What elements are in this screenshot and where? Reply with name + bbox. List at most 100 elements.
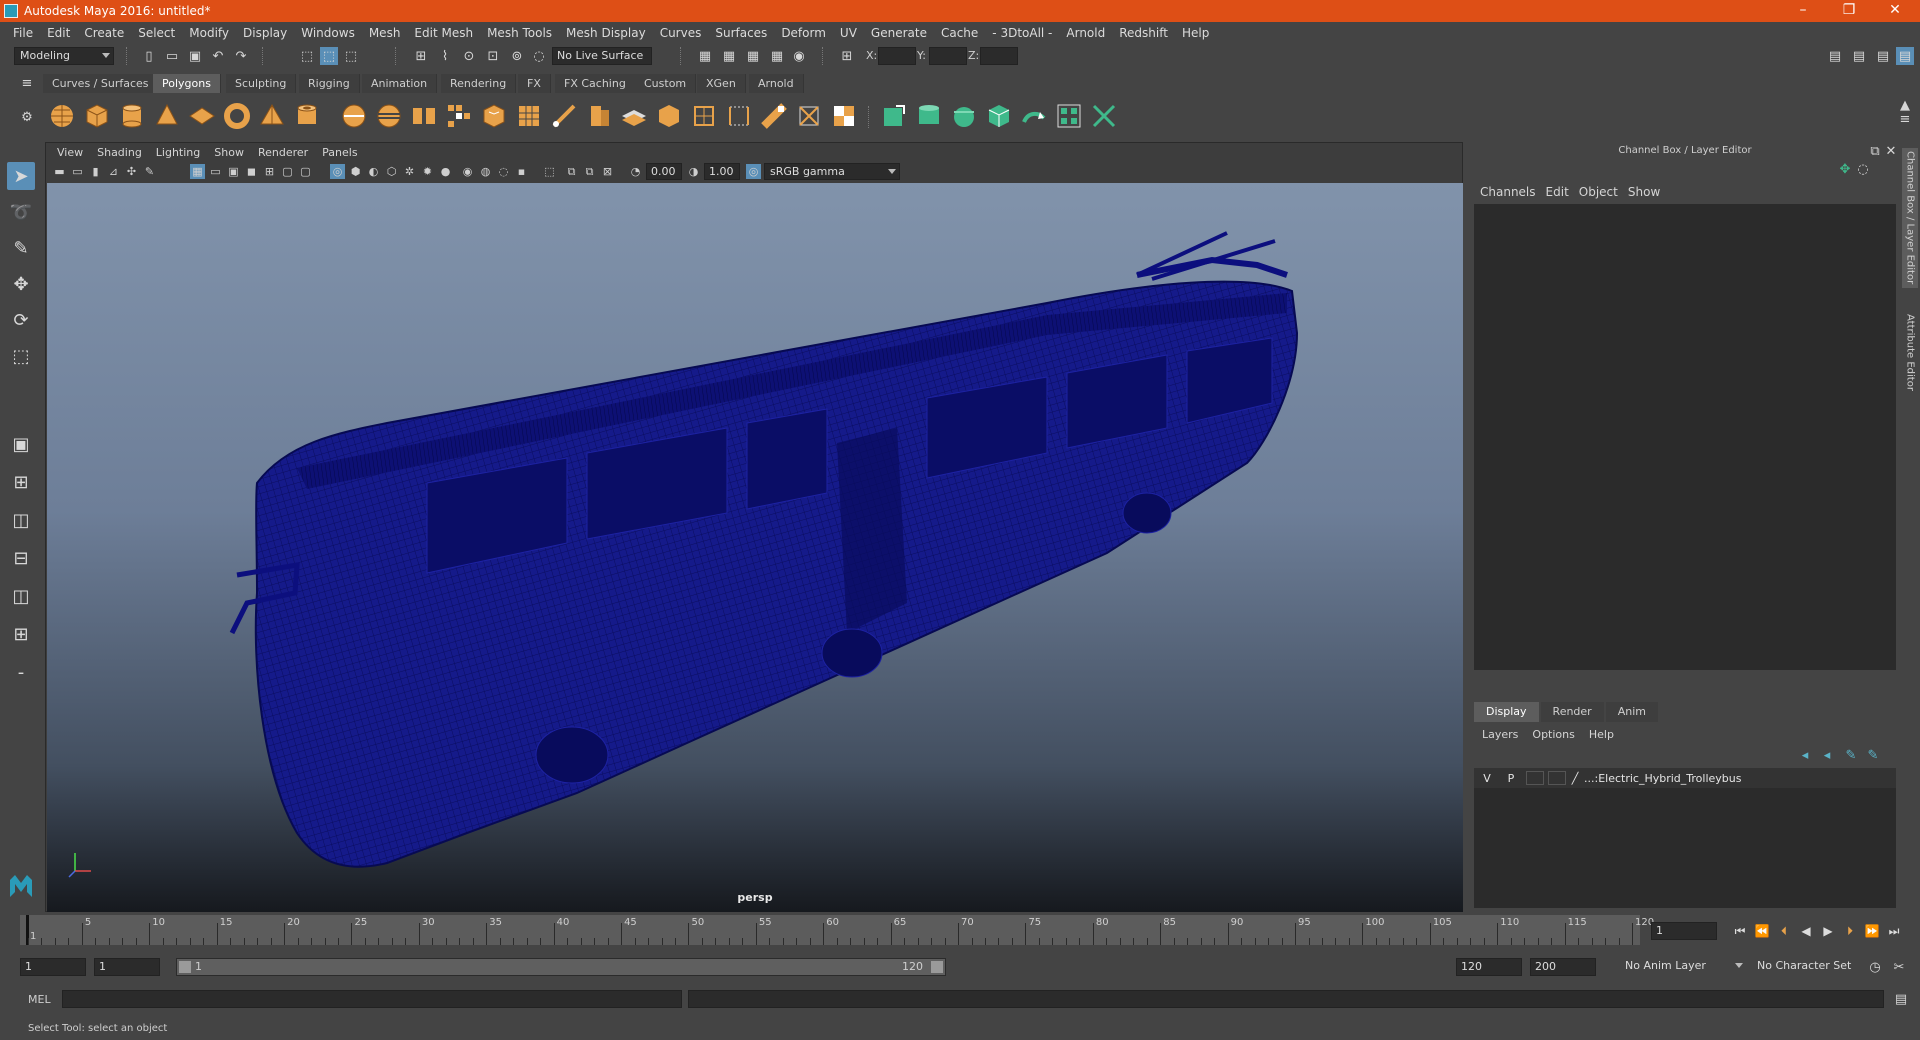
create-empty-layer-icon[interactable]: ✎ bbox=[1842, 746, 1860, 764]
depth-of-field-icon[interactable]: ▪ bbox=[514, 164, 529, 179]
step-forward-key-icon[interactable]: ⏵ bbox=[1841, 922, 1859, 940]
multi-cut-icon[interactable] bbox=[585, 102, 613, 130]
shadows-icon[interactable]: ● bbox=[438, 164, 453, 179]
textured-icon[interactable]: ✲ bbox=[402, 164, 417, 179]
gamma-icon[interactable]: ◑ bbox=[686, 164, 701, 179]
3d-viewport[interactable]: persp bbox=[47, 183, 1463, 912]
channel-box-menu-show[interactable]: Show bbox=[1626, 185, 1668, 199]
tab-xgen[interactable]: XGen bbox=[697, 74, 746, 93]
extract-icon[interactable] bbox=[445, 102, 473, 130]
connect-icon[interactable] bbox=[655, 102, 683, 130]
layer-menu-options[interactable]: Options bbox=[1526, 728, 1582, 741]
open-scene-icon[interactable]: ▭ bbox=[163, 47, 181, 65]
menu-create[interactable]: Create bbox=[77, 26, 131, 40]
field-chart-icon[interactable]: ⊞ bbox=[262, 164, 277, 179]
screen-space-ao-icon[interactable]: ◉ bbox=[460, 164, 475, 179]
uv-spherical-icon[interactable] bbox=[950, 102, 978, 130]
uv-cut-sew-icon[interactable] bbox=[1090, 102, 1118, 130]
tab-render-layers[interactable]: Render bbox=[1540, 702, 1604, 722]
play-backwards-icon[interactable]: ◀ bbox=[1797, 922, 1815, 940]
smooth-icon[interactable] bbox=[410, 102, 438, 130]
insert-edge-loop-icon[interactable] bbox=[725, 102, 753, 130]
use-default-material-icon[interactable]: ◐ bbox=[366, 164, 381, 179]
auto-key-icon[interactable]: ◷ bbox=[1866, 958, 1884, 976]
tab-animation[interactable]: Animation bbox=[362, 74, 438, 93]
snap-live-icon[interactable]: ⊚ bbox=[508, 47, 526, 65]
command-input[interactable] bbox=[62, 990, 682, 1008]
menu-select[interactable]: Select bbox=[131, 26, 182, 40]
anim-layer-dropdown[interactable]: No Anim Layer bbox=[1620, 958, 1746, 976]
resolution-gate-icon[interactable]: ▣ bbox=[226, 164, 241, 179]
attribute-editor-icon[interactable]: ▤ bbox=[1850, 47, 1868, 65]
close-button[interactable]: ✕ bbox=[1872, 0, 1918, 22]
tab-anim-layers[interactable]: Anim bbox=[1605, 702, 1658, 722]
menu-deform[interactable]: Deform bbox=[774, 26, 833, 40]
z-field[interactable] bbox=[980, 47, 1018, 65]
x-field[interactable] bbox=[878, 47, 916, 65]
uv-cylindrical-icon[interactable] bbox=[915, 102, 943, 130]
snap-view-plane-icon[interactable]: ⊡ bbox=[484, 47, 502, 65]
persp-hypershade-layout-icon[interactable]: ◫ bbox=[7, 582, 35, 610]
channel-box-menu-edit[interactable]: Edit bbox=[1544, 185, 1577, 199]
layer-edit-icon[interactable]: ╱ bbox=[1566, 772, 1584, 785]
exposure-icon[interactable]: ◔ bbox=[628, 164, 643, 179]
menu-help[interactable]: Help bbox=[1175, 26, 1216, 40]
2d-pan-zoom-icon[interactable]: ✣ bbox=[124, 164, 139, 179]
close-panel-icon[interactable]: ✕ bbox=[1882, 142, 1900, 160]
outliner-persp-layout-icon[interactable]: ⊞ bbox=[7, 620, 35, 648]
snap-grid-icon[interactable]: ⊞ bbox=[412, 47, 430, 65]
menu-display[interactable]: Display bbox=[236, 26, 294, 40]
safe-title-icon[interactable]: ▢ bbox=[298, 164, 313, 179]
select-by-object-icon[interactable]: ⬚ bbox=[320, 47, 338, 65]
view-transform-dropdown[interactable]: sRGB gamma bbox=[764, 163, 900, 180]
menu-redshift[interactable]: Redshift bbox=[1112, 26, 1175, 40]
paint-select-tool-icon[interactable]: ✎ bbox=[7, 234, 35, 262]
scale-tool-icon[interactable]: ⬚ bbox=[7, 342, 35, 370]
menu-modify[interactable]: Modify bbox=[182, 26, 236, 40]
grid-icon[interactable]: ▦ bbox=[190, 164, 205, 179]
four-view-layout-icon[interactable]: ⊞ bbox=[7, 468, 35, 496]
layer-row[interactable]: V P ╱ ...:Electric_Hybrid_Trolleybus bbox=[1474, 768, 1896, 788]
poly-sphere-icon[interactable] bbox=[48, 102, 76, 130]
custom-layout-icon[interactable]: - bbox=[7, 658, 35, 686]
grease-pencil-icon[interactable]: ✎ bbox=[142, 164, 157, 179]
offset-edge-loop-icon[interactable] bbox=[760, 102, 788, 130]
select-tool-icon[interactable]: ➤ bbox=[7, 162, 35, 190]
undo-icon[interactable]: ↶ bbox=[209, 47, 227, 65]
play-forwards-icon[interactable]: ▶ bbox=[1819, 922, 1837, 940]
menu-edit-mesh[interactable]: Edit Mesh bbox=[407, 26, 480, 40]
menu-uv[interactable]: UV bbox=[833, 26, 864, 40]
scene-start-field[interactable]: 1 bbox=[20, 958, 86, 976]
menu-cache[interactable]: Cache bbox=[934, 26, 985, 40]
isolate-select-icon[interactable]: ⬚ bbox=[542, 164, 557, 179]
lasso-tool-icon[interactable]: ➰ bbox=[7, 198, 35, 226]
render-view-icon[interactable]: ◉ bbox=[790, 47, 808, 65]
tab-custom[interactable]: Custom bbox=[635, 74, 697, 93]
tab-sculpting[interactable]: Sculpting bbox=[226, 74, 297, 93]
menu-file[interactable]: File bbox=[6, 26, 40, 40]
tab-fx[interactable]: FX bbox=[518, 74, 551, 93]
snap-curve-icon[interactable]: ⌇ bbox=[436, 47, 454, 65]
move-layer-up-icon[interactable]: ◂ bbox=[1796, 746, 1814, 764]
side-tab-attribute-editor[interactable]: Attribute Editor bbox=[1902, 302, 1918, 402]
transform-mode-icon[interactable]: ⊞ bbox=[838, 47, 856, 65]
poly-cone-icon[interactable] bbox=[153, 102, 181, 130]
panel-menu-renderer[interactable]: Renderer bbox=[251, 146, 315, 159]
xray-icon[interactable]: ⧉ bbox=[564, 164, 579, 179]
select-camera-icon[interactable]: ▬ bbox=[52, 164, 67, 179]
save-scene-icon[interactable]: ▣ bbox=[186, 47, 204, 65]
range-start-handle[interactable] bbox=[179, 961, 191, 973]
wireframe-icon[interactable]: ◎ bbox=[330, 164, 345, 179]
hypershade-icon[interactable]: ▦ bbox=[768, 47, 786, 65]
menu-mesh[interactable]: Mesh bbox=[362, 26, 408, 40]
create-layer-from-selection-icon[interactable]: ✎ bbox=[1864, 746, 1882, 764]
film-gate-icon[interactable]: ▭ bbox=[208, 164, 223, 179]
single-perspective-layout-icon[interactable]: ▣ bbox=[7, 430, 35, 458]
uv-layout-icon[interactable] bbox=[1055, 102, 1083, 130]
uv-planar-icon[interactable] bbox=[880, 102, 908, 130]
poly-cylinder-icon[interactable] bbox=[118, 102, 146, 130]
panel-menu-shading[interactable]: Shading bbox=[90, 146, 149, 159]
ipr-render-icon[interactable]: ▦ bbox=[720, 47, 738, 65]
layer-menu-help[interactable]: Help bbox=[1583, 728, 1622, 741]
side-tab-channel-box[interactable]: Channel Box / Layer Editor bbox=[1902, 148, 1918, 288]
